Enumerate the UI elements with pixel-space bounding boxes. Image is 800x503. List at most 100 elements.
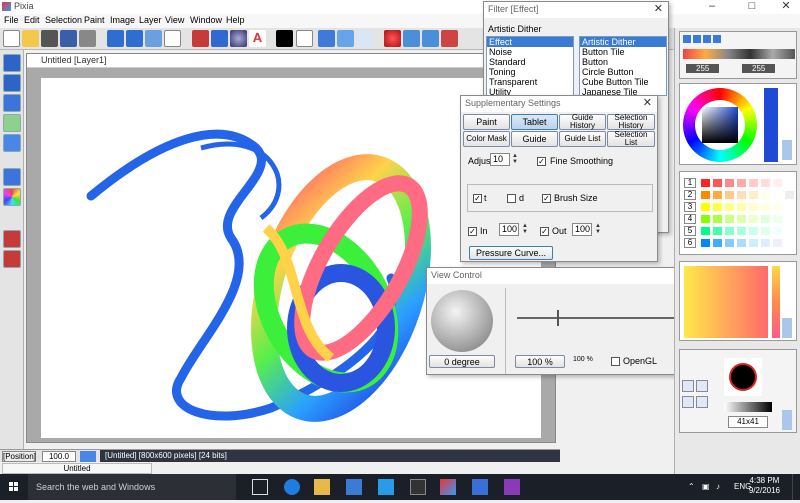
palette-swatch[interactable]	[784, 202, 795, 212]
zoom-field[interactable]: 100.0	[42, 451, 76, 462]
new-file-icon[interactable]	[3, 30, 20, 47]
sphere-icon[interactable]	[230, 30, 247, 47]
fill-tool-icon[interactable]	[3, 134, 21, 152]
option-d-checkbox[interactable]	[507, 194, 516, 203]
pixia-taskbar-icon[interactable]	[440, 479, 456, 495]
window-icon[interactable]	[410, 479, 426, 495]
current-color-bar[interactable]	[764, 88, 778, 162]
palette-swatch[interactable]	[736, 214, 747, 224]
menu-help[interactable]: Help	[226, 15, 245, 25]
list-item[interactable]: Cube Button Tile	[580, 77, 666, 87]
menu-file[interactable]: File	[4, 15, 19, 25]
saturation-square[interactable]	[702, 107, 738, 143]
eraser-tool-icon[interactable]	[3, 230, 21, 248]
palette-swatch[interactable]	[700, 238, 711, 248]
color-ramp[interactable]	[684, 266, 768, 338]
palette-swatch[interactable]	[700, 190, 711, 200]
image-window-icon[interactable]	[318, 30, 335, 47]
redo-icon[interactable]	[126, 30, 143, 47]
filter-list[interactable]: Artistic Dither Button Tile Button Circl…	[579, 36, 667, 96]
adjust-stepper[interactable]: ▲ ▼	[512, 153, 518, 166]
volume-icon[interactable]: ♪	[716, 482, 720, 491]
tab-tablet[interactable]: Tablet	[511, 114, 558, 130]
close-icon[interactable]: ✕	[643, 96, 652, 109]
palette-swatch[interactable]	[760, 226, 771, 236]
out-input[interactable]: 100	[572, 223, 592, 236]
palette-swatch[interactable]	[748, 214, 759, 224]
task-view-icon[interactable]	[252, 479, 268, 495]
palette-swatch[interactable]	[700, 202, 711, 212]
g-icon[interactable]	[703, 35, 711, 43]
pen-tool-icon[interactable]	[3, 54, 21, 72]
palette-swatch[interactable]	[724, 178, 735, 188]
menu-edit[interactable]: Edit	[24, 15, 40, 25]
palette-swatch[interactable]	[712, 202, 723, 212]
palette-swatch[interactable]	[772, 190, 783, 200]
expand-arrow-icon[interactable]	[782, 410, 792, 430]
brush-shape-icon[interactable]	[682, 396, 694, 408]
photos-icon[interactable]	[472, 479, 488, 495]
tab-color-mask[interactable]: Color Mask	[463, 131, 510, 147]
palette-swatch[interactable]	[784, 238, 795, 248]
palette-swatch[interactable]	[700, 178, 711, 188]
brush-size-checkbox[interactable]: ✓	[542, 194, 551, 203]
fine-smoothing-checkbox[interactable]: ✓	[537, 157, 546, 166]
palette-swatch[interactable]	[784, 226, 795, 236]
print-icon[interactable]	[79, 30, 96, 47]
color-swatch-icon[interactable]	[276, 30, 293, 47]
tray-chevron-icon[interactable]: ⌃	[688, 482, 695, 491]
close-icon[interactable]: ✕	[654, 2, 663, 15]
layer-window-icon[interactable]	[337, 30, 354, 47]
palette-swatch[interactable]	[724, 214, 735, 224]
document-tab[interactable]: Untitled	[2, 463, 152, 474]
palette-swatch[interactable]	[772, 226, 783, 236]
palette-swatch[interactable]	[760, 202, 771, 212]
menu-layer[interactable]: Layer	[139, 15, 162, 25]
list-item[interactable]: Artistic Dither	[580, 37, 666, 47]
windows-start-icon[interactable]	[0, 474, 28, 500]
palette-swatch[interactable]	[736, 202, 747, 212]
minimize-icon[interactable]: –	[700, 0, 724, 14]
in-input[interactable]: 100	[499, 223, 519, 236]
palette-swatch[interactable]	[736, 178, 747, 188]
gradient-tool-icon[interactable]	[3, 114, 21, 132]
tab-guide-list[interactable]: Guide List	[559, 131, 606, 147]
menu-view[interactable]: View	[165, 15, 184, 25]
adjust-input[interactable]: 10	[490, 153, 510, 166]
list-item[interactable]: Standard	[487, 57, 573, 67]
palette-swatch[interactable]	[700, 214, 711, 224]
brush-size-field[interactable]: 41x41	[728, 416, 768, 428]
tab-selection-history[interactable]: Selection History	[607, 114, 655, 130]
palette-swatch[interactable]	[772, 202, 783, 212]
expand-arrow-icon[interactable]	[782, 140, 792, 160]
open-folder-icon[interactable]	[22, 30, 39, 47]
list-item[interactable]: Circle Button	[580, 67, 666, 77]
palette-swatch[interactable]	[724, 226, 735, 236]
palette-swatch[interactable]	[748, 202, 759, 212]
in-checkbox[interactable]: ✓	[468, 227, 477, 236]
tab-paint[interactable]: Paint	[463, 114, 510, 130]
brush-shape-icon[interactable]	[682, 380, 694, 392]
menu-selection[interactable]: Selection	[45, 15, 82, 25]
palette-swatch[interactable]	[736, 226, 747, 236]
palette-swatch[interactable]	[724, 202, 735, 212]
palette-swatch[interactable]	[712, 226, 723, 236]
ramp-strip[interactable]	[772, 266, 780, 338]
palette-swatch[interactable]	[748, 238, 759, 248]
transform-tool-icon[interactable]	[3, 168, 21, 186]
palette-swatch[interactable]	[772, 214, 783, 224]
menu-paint[interactable]: Paint	[84, 15, 105, 25]
in-stepper[interactable]: ▲ ▼	[522, 223, 528, 236]
palette-swatch[interactable]	[784, 178, 795, 188]
pressure-curve-button[interactable]: Pressure Curve...	[469, 246, 553, 260]
palette-swatch[interactable]	[760, 238, 771, 248]
tab-guide-history[interactable]: Guide History	[559, 114, 606, 130]
opengl-checkbox[interactable]	[611, 357, 620, 366]
out-stepper[interactable]: ▲ ▼	[595, 223, 601, 236]
brush-shape-icon[interactable]	[696, 396, 708, 408]
expand-arrow-icon[interactable]	[782, 318, 792, 338]
palette-swatch[interactable]	[712, 238, 723, 248]
document-icon[interactable]	[356, 30, 373, 47]
list-item[interactable]: Transparent	[487, 77, 573, 87]
copy-icon[interactable]	[145, 30, 162, 47]
